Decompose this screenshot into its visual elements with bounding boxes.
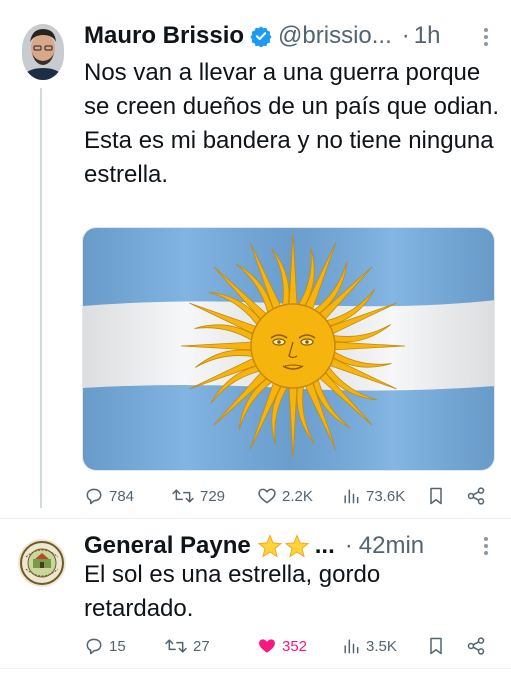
like-count: 2.2K — [282, 487, 313, 505]
repost-icon — [171, 486, 195, 506]
handle[interactable]: @brissio... — [278, 22, 392, 50]
share-button[interactable] — [466, 483, 486, 509]
repost-icon — [164, 636, 188, 656]
tweet-text: Nos van a llevar a una guerra porque se … — [84, 59, 499, 188]
like-count: 352 — [282, 637, 308, 655]
like-icon — [257, 486, 277, 506]
views-button[interactable]: 73.6K — [341, 483, 405, 509]
display-name[interactable]: General Payne — [84, 532, 251, 560]
bookmark-button[interactable] — [427, 483, 445, 509]
timestamp[interactable]: 1h — [414, 22, 441, 50]
reply-button[interactable]: 15 — [84, 633, 126, 659]
bookmark-icon — [427, 486, 445, 506]
reply-button[interactable]: 784 — [84, 483, 134, 509]
like-button[interactable]: 352 — [257, 633, 307, 659]
tweet-reply[interactable]: General Payne ... · 42min El sol es una … — [0, 519, 511, 680]
bookmark-icon — [427, 636, 445, 656]
views-icon — [341, 486, 361, 506]
bottom-divider — [0, 668, 511, 669]
reply-icon — [84, 486, 104, 506]
like-icon — [257, 636, 277, 656]
tweet-actions: 15 27 352 3.5K — [84, 633, 494, 659]
display-name[interactable]: Mauro Brissio — [84, 22, 244, 50]
repost-button[interactable]: 27 — [164, 633, 210, 659]
views-icon — [341, 636, 361, 656]
name-ellipsis: ... — [314, 532, 335, 559]
repost-button[interactable]: 729 — [171, 483, 225, 509]
views-button[interactable]: 3.5K — [341, 633, 397, 659]
reply-count: 784 — [109, 487, 135, 505]
avatar-general-payne[interactable] — [18, 539, 66, 587]
verified-badge-icon — [250, 25, 272, 47]
bookmark-button[interactable] — [427, 633, 445, 659]
share-button[interactable] — [466, 633, 486, 659]
share-icon — [466, 486, 486, 506]
timestamp[interactable]: 42min — [359, 532, 424, 560]
thread-connector — [40, 88, 42, 508]
views-count: 3.5K — [366, 637, 397, 655]
star-emoji-icon — [257, 534, 313, 558]
reply-icon — [84, 636, 104, 656]
views-count: 73.6K — [366, 487, 406, 505]
share-icon — [466, 636, 486, 656]
more-icon[interactable] — [483, 27, 489, 51]
more-icon[interactable] — [483, 536, 489, 560]
argentine-flag-image — [83, 228, 494, 470]
repost-count: 729 — [200, 487, 226, 505]
tweet-header: Mauro Brissio @brissio... · 1h — [84, 22, 440, 50]
separator-dot: · — [344, 532, 353, 559]
tweet-text: El sol es una estrella, gordo retardado. — [84, 561, 381, 622]
repost-count: 27 — [193, 637, 210, 655]
tweet-media-flag[interactable] — [82, 227, 495, 471]
tweet-header: General Payne ... · 42min — [84, 532, 424, 560]
tweet-actions: 784 729 2.2K 73.6K — [84, 483, 494, 509]
reply-count: 15 — [109, 637, 126, 655]
separator-dot: · — [401, 22, 410, 49]
avatar-mauro[interactable] — [22, 24, 64, 80]
like-button[interactable]: 2.2K — [257, 483, 313, 509]
tweet-main[interactable]: Mauro Brissio @brissio... · 1h Nos van a… — [0, 0, 511, 515]
